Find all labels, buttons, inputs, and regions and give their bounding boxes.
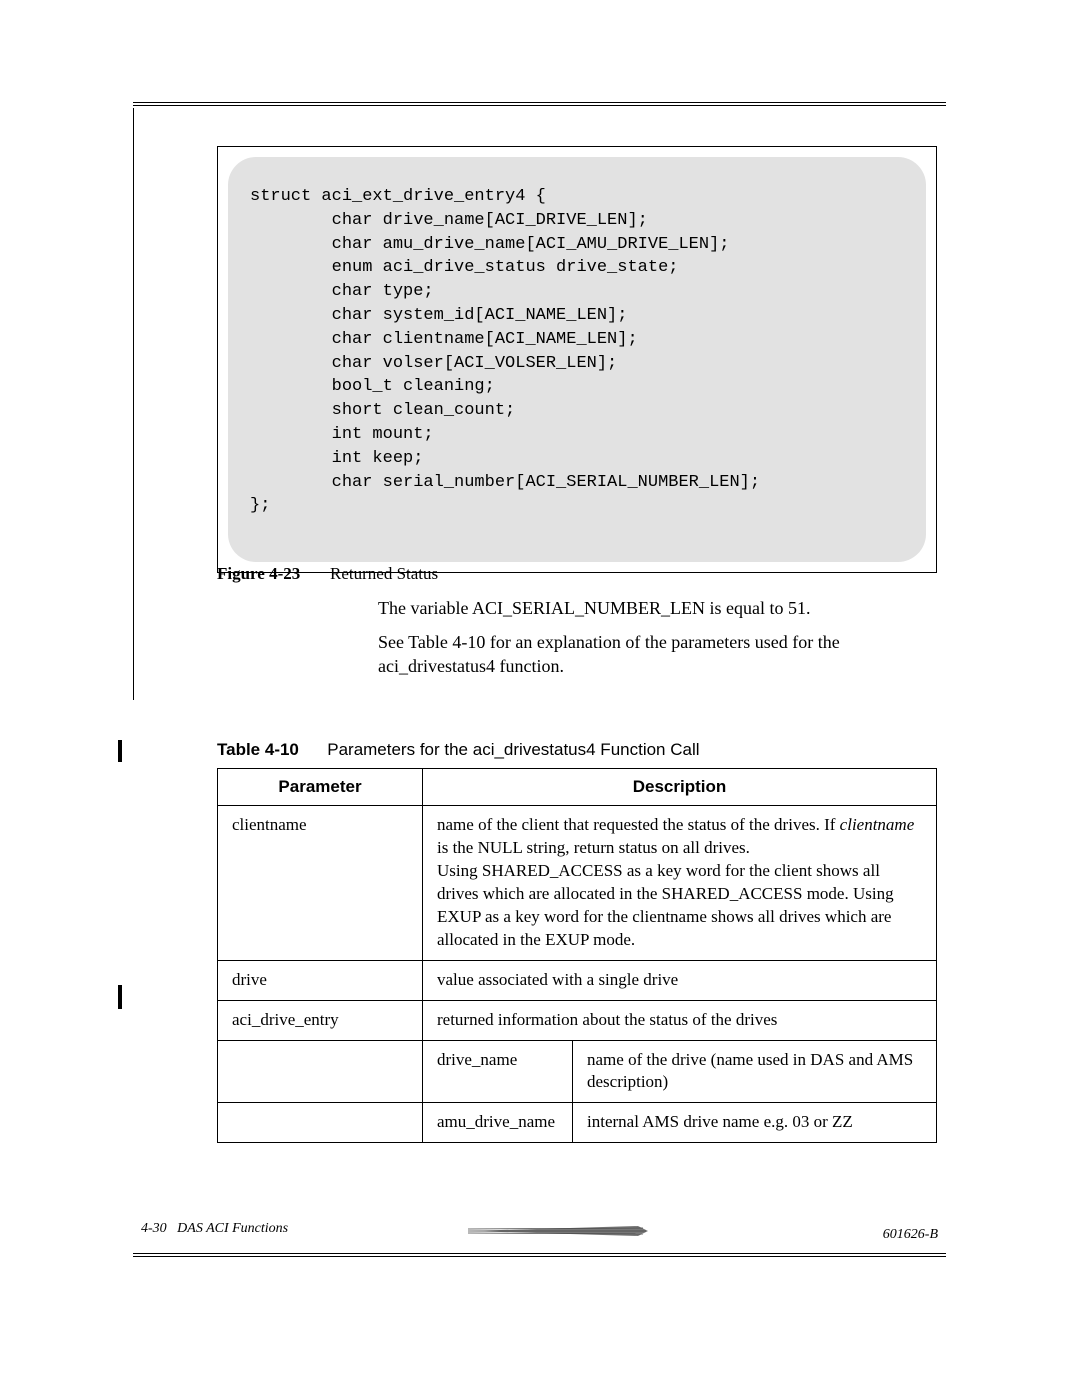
- code-listing-frame: struct aci_ext_drive_entry4 { char drive…: [217, 146, 937, 573]
- table-caption: Table 4-10 Parameters for the aci_drives…: [217, 740, 700, 760]
- table-header-row: Parameter Description: [218, 769, 937, 806]
- subdesc-cell: internal AMS drive name e.g. 03 or ZZ: [573, 1103, 937, 1143]
- param-cell: aci_drive_entry: [218, 1000, 423, 1040]
- table-row: aci_drive_entry returned information abo…: [218, 1000, 937, 1040]
- table-row: clientname name of the client that reque…: [218, 806, 937, 961]
- param-cell: drive: [218, 960, 423, 1000]
- body-paragraph: See Table 4-10 for an explanation of the…: [378, 630, 943, 679]
- figure-title: Returned Status: [330, 564, 438, 583]
- code-listing: struct aci_ext_drive_entry4 { char drive…: [228, 157, 926, 562]
- param-cell: clientname: [218, 806, 423, 961]
- subparam-cell: drive_name: [423, 1040, 573, 1103]
- chapter-title: DAS ACI Functions: [177, 1221, 288, 1236]
- footer-decoration-icon: [468, 1223, 648, 1233]
- footer-left: 4-30 DAS ACI Functions: [141, 1221, 288, 1237]
- param-cell: [218, 1040, 423, 1103]
- change-bar-icon: [118, 985, 122, 1009]
- desc-cell: value associated with a single drive: [423, 960, 937, 1000]
- subparam-cell: amu_drive_name: [423, 1103, 573, 1143]
- change-bar-icon: [118, 740, 122, 762]
- col-header-parameter: Parameter: [218, 769, 423, 806]
- param-cell: [218, 1103, 423, 1143]
- table-row: amu_drive_name internal AMS drive name e…: [218, 1103, 937, 1143]
- figure-label: Figure 4-23: [217, 564, 300, 583]
- table-row: drive_name name of the drive (name used …: [218, 1040, 937, 1103]
- col-header-description: Description: [423, 769, 937, 806]
- desc-cell: returned information about the status of…: [423, 1000, 937, 1040]
- subdesc-cell: name of the drive (name used in DAS and …: [573, 1040, 937, 1103]
- figure-caption: Figure 4-23 Returned Status: [217, 564, 438, 584]
- page-number: 4-30: [141, 1221, 167, 1236]
- vertical-rule: [133, 108, 134, 700]
- table-row: drive value associated with a single dri…: [218, 960, 937, 1000]
- footer-right: 601626-B: [883, 1227, 938, 1243]
- table-label: Table 4-10: [217, 740, 299, 759]
- desc-cell: name of the client that requested the st…: [423, 806, 937, 961]
- table-title: Parameters for the aci_drivestatus4 Func…: [327, 740, 699, 759]
- parameters-table: Parameter Description clientname name of…: [217, 768, 937, 1143]
- body-paragraph: The variable ACI_SERIAL_NUMBER_LEN is eq…: [378, 596, 943, 620]
